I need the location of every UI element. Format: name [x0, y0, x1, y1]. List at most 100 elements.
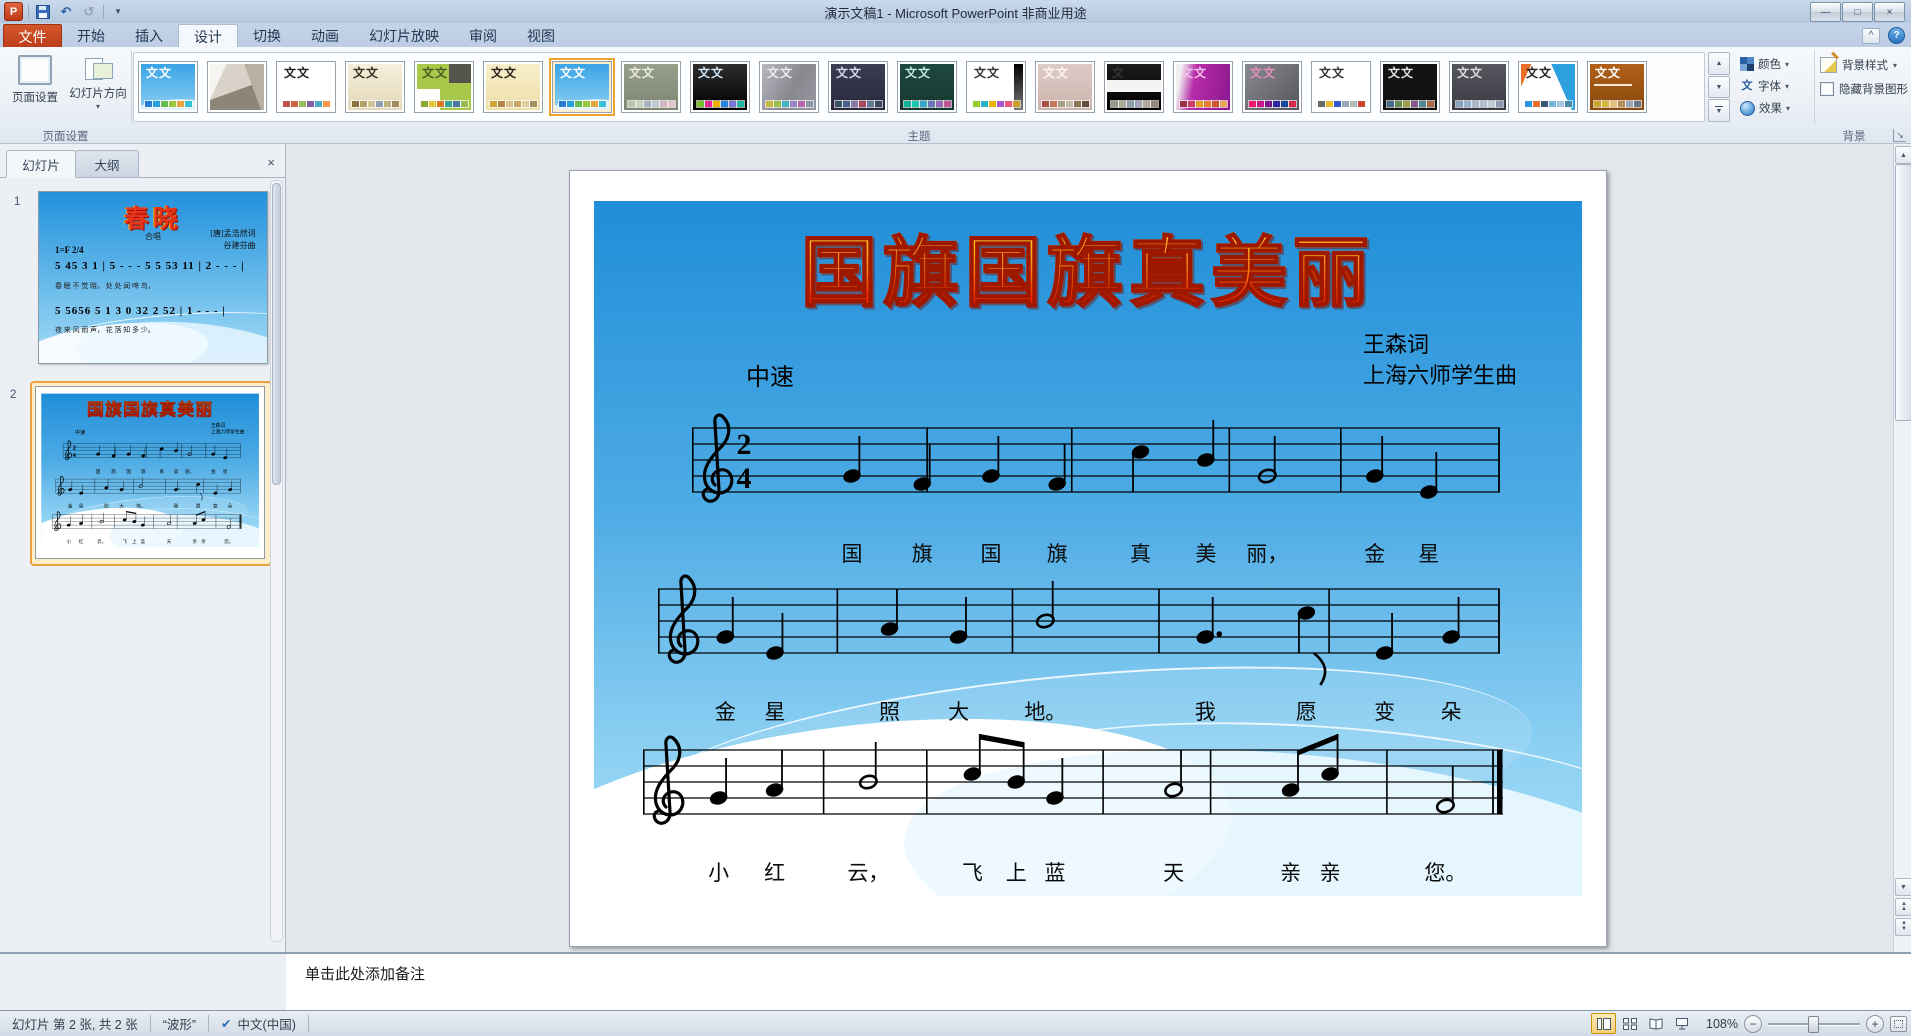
- tab-file[interactable]: 文件: [3, 24, 62, 48]
- theme-thumbnail-3[interactable]: 文文: [276, 61, 336, 113]
- note-head: [104, 486, 108, 490]
- treble-clef-icon: [58, 476, 64, 495]
- tab-切换[interactable]: 切换: [238, 24, 296, 47]
- slide-canvas[interactable]: 国旗国旗真美丽 中速 王森词 上海六师学生曲 24国旗国旗真美丽，金星金星照大地…: [569, 170, 1607, 947]
- slide-orientation-button[interactable]: 幻灯片方向 ▾: [66, 51, 130, 121]
- slide-title-wordart[interactable]: 国旗国旗真美丽: [570, 211, 1606, 321]
- tab-幻灯片放映[interactable]: 幻灯片放映: [354, 24, 454, 47]
- background-dialog-launcher[interactable]: ↘: [1893, 129, 1906, 142]
- scroll-down-button[interactable]: ▼: [1895, 878, 1911, 896]
- previous-slide-button[interactable]: ▲▲: [1895, 898, 1911, 916]
- zoom-slider[interactable]: [1768, 1015, 1860, 1032]
- page-setup-button[interactable]: 页面设置: [4, 51, 66, 121]
- slide1-lyrics-line-2: 夜 来 风 雨 声， 花 落 知 多 少。: [55, 325, 258, 335]
- theme-effects-button[interactable]: 效果 ▾: [1740, 97, 1810, 119]
- spellcheck-status[interactable]: ✔中文(中国): [209, 1015, 309, 1032]
- wave-line-shape: [124, 504, 259, 547]
- theme-thumbnail-19[interactable]: 文文: [1380, 61, 1440, 113]
- theme-thumbnail-18[interactable]: 文文: [1311, 61, 1371, 113]
- theme-thumbnail-11[interactable]: 文文: [828, 61, 888, 113]
- theme-thumbnail-12[interactable]: 文文: [897, 61, 957, 113]
- themes-scroll-down-button[interactable]: ▼: [1708, 76, 1730, 99]
- lyric-syllable: 旗: [107, 468, 119, 475]
- vertical-scrollbar[interactable]: ▲ ▼ ▲▲ ▼▼: [1893, 144, 1911, 952]
- theme-thumbnail-4[interactable]: 文文: [345, 61, 405, 113]
- note-head: [187, 452, 191, 456]
- close-panel-icon[interactable]: ×: [267, 155, 275, 170]
- theme-thumbnail-20[interactable]: 文文: [1449, 61, 1509, 113]
- lyric-syllable: 真: [155, 468, 167, 475]
- background-styles-button[interactable]: 背景样式 ▾: [1820, 53, 1911, 77]
- lyric-syllable: 丽，: [183, 468, 195, 475]
- slide-canvas[interactable]: 国旗国旗真美丽 中速 王森词 上海六师学生曲 24国旗国旗真美丽，金星金星照大地…: [36, 387, 264, 558]
- theme-thumbnail-21[interactable]: 文文: [1518, 61, 1578, 113]
- theme-thumbnail-6[interactable]: 文文: [483, 61, 543, 113]
- panel-scrollbar-thumb[interactable]: [272, 183, 281, 485]
- zoom-out-button[interactable]: −: [1744, 1015, 1762, 1033]
- theme-thumbnail-7[interactable]: 文文: [552, 61, 612, 113]
- themes-more-button[interactable]: ▼: [1708, 99, 1730, 122]
- slide-title-wordart[interactable]: 国旗国旗真美丽: [36, 396, 264, 420]
- tab-动画[interactable]: 动画: [296, 24, 354, 47]
- lyric-syllable: 亲: [1302, 857, 1358, 887]
- slideshow-view-button[interactable]: [1669, 1013, 1694, 1034]
- theme-thumbnail-8[interactable]: 文文: [621, 61, 681, 113]
- theme-fonts-button[interactable]: 文 字体 ▾: [1740, 75, 1810, 97]
- theme-thumbnail-14[interactable]: 文文: [1035, 61, 1095, 113]
- fit-to-window-button[interactable]: [1890, 1016, 1907, 1032]
- theme-thumbnail-5[interactable]: 文文: [414, 61, 474, 113]
- restore-button[interactable]: □: [1842, 2, 1873, 22]
- lyric-syllable: 红: [75, 538, 87, 545]
- slide-1-thumbnail[interactable]: 春晓 合唱 [唐]孟浩然词谷建芬曲 1=F 2/4 5 45 3 1 | 5 -…: [38, 191, 268, 364]
- lyric-syllable: 天: [1146, 857, 1202, 887]
- close-button[interactable]: ×: [1874, 2, 1905, 22]
- colors-label: 颜色: [1758, 56, 1781, 72]
- theme-thumbnail-17[interactable]: 文文: [1242, 61, 1302, 113]
- tab-slides[interactable]: 幻灯片: [6, 150, 76, 178]
- notes-pane[interactable]: 单击此处添加备注: [286, 952, 1911, 1012]
- minimize-button[interactable]: —: [1810, 2, 1841, 22]
- slide-sorter-view-button[interactable]: [1617, 1013, 1642, 1034]
- svg-text:4: 4: [737, 462, 752, 495]
- zoom-slider-thumb[interactable]: [1808, 1016, 1819, 1033]
- note-head: [100, 520, 104, 524]
- tab-视图[interactable]: 视图: [512, 24, 570, 47]
- theme-thumbnail-15[interactable]: 文: [1104, 61, 1164, 113]
- theme-thumbnail-2[interactable]: [207, 61, 267, 113]
- theme-thumbnail-13[interactable]: 文文: [966, 61, 1026, 113]
- next-slide-button[interactable]: ▼▼: [1895, 918, 1911, 936]
- scroll-up-button[interactable]: ▲: [1895, 146, 1911, 164]
- hide-background-graphics-checkbox[interactable]: 隐藏背景图形: [1820, 77, 1911, 101]
- slide-2-thumbnail[interactable]: 国旗国旗真美丽 中速 王森词 上海六师学生曲 24国旗国旗真美丽，金星金星照大地…: [35, 386, 265, 559]
- note-head: [201, 518, 205, 522]
- ribbon-group-labels: 页面设置 主题 背景 ↘: [0, 127, 1911, 144]
- normal-view-button[interactable]: [1591, 1013, 1616, 1034]
- language-label: 中文(中国): [238, 1014, 296, 1033]
- help-icon[interactable]: ?: [1888, 27, 1905, 44]
- tab-插入[interactable]: 插入: [120, 24, 178, 47]
- lyric-syllable: 地。: [135, 503, 147, 510]
- theme-thumbnail-16[interactable]: 文文: [1173, 61, 1233, 113]
- theme-thumbnail-10[interactable]: 文文: [759, 61, 819, 113]
- theme-colors-button[interactable]: 颜色 ▾: [1740, 53, 1810, 75]
- zoom-in-button[interactable]: +: [1866, 1015, 1884, 1033]
- panel-scrollbar[interactable]: [270, 180, 283, 942]
- tab-outline[interactable]: 大纲: [75, 150, 139, 177]
- tab-审阅[interactable]: 审阅: [454, 24, 512, 47]
- view-buttons: [1591, 1013, 1694, 1034]
- lyric-syllable: 照: [100, 503, 112, 510]
- scrollbar-thumb[interactable]: [1895, 164, 1911, 421]
- theme-thumbnail-1[interactable]: 文文: [138, 61, 198, 113]
- notes-left-strip: [0, 952, 287, 1012]
- reading-view-button[interactable]: [1643, 1013, 1668, 1034]
- theme-thumbnail-9[interactable]: 文文: [690, 61, 750, 113]
- zoom-percentage[interactable]: 108%: [1700, 1017, 1738, 1031]
- themes-scroll-up-button[interactable]: ▲: [1708, 52, 1730, 75]
- tempo-marking: 中速: [746, 357, 794, 392]
- minimize-ribbon-icon[interactable]: ^: [1862, 28, 1880, 44]
- theme-thumbnail-22[interactable]: 文文: [1587, 61, 1647, 113]
- themes-gallery-scroll: ▲ ▼ ▼: [1708, 52, 1730, 122]
- tab-设计[interactable]: 设计: [178, 24, 238, 48]
- tab-开始[interactable]: 开始: [62, 24, 120, 47]
- effects-icon: [1740, 101, 1755, 116]
